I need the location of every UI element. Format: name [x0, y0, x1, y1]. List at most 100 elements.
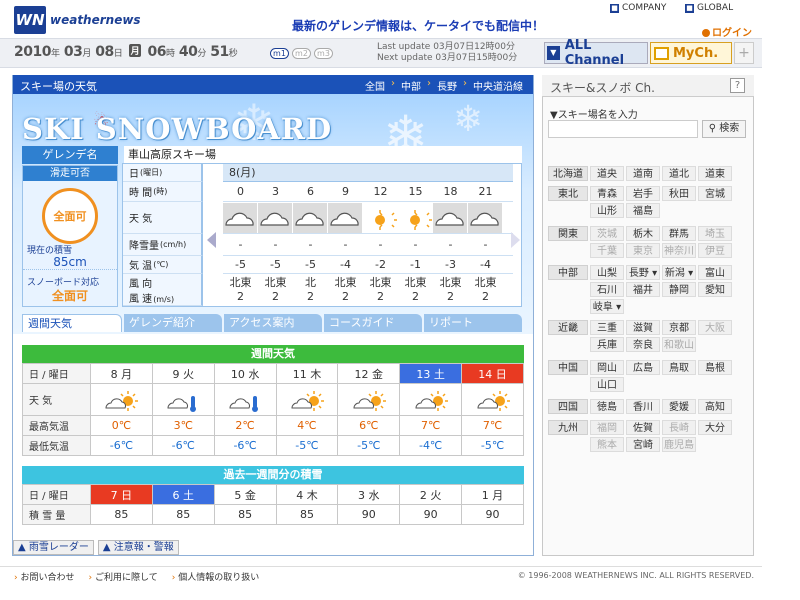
footer-link-privacy[interactable]: › 個人情報の取り扱い [172, 570, 260, 583]
prefecture-link: 東京 [626, 243, 660, 258]
snow-value-cell: 85 [151, 504, 215, 525]
region-name[interactable]: 関東 [548, 226, 588, 241]
help-button[interactable]: ? [730, 78, 745, 93]
wind-dir: 北東 [229, 276, 252, 289]
m1-button[interactable]: m1 [270, 48, 289, 59]
weekly-day-cell: 8 月 [90, 363, 153, 384]
login-link[interactable]: ログイン [702, 24, 752, 39]
breadcrumb: 全国 › 中部 › 長野 › 中央道沿線 [365, 78, 523, 93]
prefecture-link[interactable]: 香川 [626, 399, 660, 414]
prefecture-link[interactable]: 山梨 [590, 265, 624, 280]
next-arrow-icon[interactable] [511, 232, 520, 248]
prefecture-link[interactable]: 京都 [662, 320, 696, 335]
prefecture-link[interactable]: 福島 [626, 203, 660, 218]
precip-cell: - [483, 238, 488, 251]
region-name[interactable]: 東北 [548, 186, 588, 201]
all-channel-button[interactable]: ▼ ALL Channel [544, 38, 648, 68]
region-3: 関東 茨城 栃木 群馬 埼玉 千葉 東京 神奈川 伊豆 [548, 226, 748, 258]
prefecture-link[interactable]: 島根 [698, 360, 732, 375]
region-name[interactable]: 中部 [548, 265, 588, 280]
prefecture-link[interactable]: 愛知 [698, 282, 732, 297]
prefecture-link[interactable]: 滋賀 [626, 320, 660, 335]
radar-tab[interactable]: ▲ 雨雪レーダー [13, 540, 94, 555]
precip-cell: - [378, 238, 383, 251]
region-spacer [548, 437, 588, 452]
prefecture-link[interactable]: 道南 [626, 166, 660, 181]
day-of-week-badge: 月 [128, 44, 142, 57]
prefecture-link[interactable]: 兵庫 [590, 337, 624, 352]
prefecture-link[interactable]: 愛媛 [662, 399, 696, 414]
company-link[interactable]: ■ COMPANY [610, 2, 666, 14]
tab-course-guide[interactable]: コースガイド [324, 314, 422, 332]
prev-arrow-icon[interactable] [207, 232, 216, 248]
search-button[interactable]: ⚲ 検索 [702, 120, 746, 138]
high-temp-cell: 7℃ [399, 415, 463, 436]
tab-report[interactable]: リポート [424, 314, 522, 332]
wind-speed: 2 [307, 290, 314, 303]
prefecture-link[interactable]: 高知 [698, 399, 732, 414]
prefecture-link[interactable]: 大分 [698, 420, 732, 435]
prefecture-link[interactable]: 青森 [590, 186, 624, 201]
wind-speed: 2 [447, 290, 454, 303]
breadcrumb-chubu[interactable]: 中部 [401, 78, 421, 93]
prefecture-link[interactable]: 道北 [662, 166, 696, 181]
add-channel-button[interactable]: + [734, 42, 754, 64]
region-name[interactable]: 四国 [548, 399, 588, 414]
cloud-icon [223, 202, 258, 233]
mych-button[interactable]: MyCh. [650, 42, 732, 64]
prefecture-link[interactable]: 徳島 [590, 399, 624, 414]
cloud-icon [293, 202, 328, 233]
tab-gelende-intro[interactable]: ゲレンデ紹介 [124, 314, 222, 332]
prefecture-link[interactable]: 石川 [590, 282, 624, 297]
footer-link-terms[interactable]: › ご利用に際して [89, 570, 158, 583]
ski-search-input[interactable] [548, 120, 698, 138]
breadcrumb-zenkoku[interactable]: 全国 [365, 78, 385, 93]
region-name[interactable]: 九州 [548, 420, 588, 435]
breadcrumb-chuodo[interactable]: 中央道沿線 [473, 78, 523, 93]
snow-week: 過去一週間分の積雪 日 / 曜日 7 日6 土5 金4 木3 水2 火1 月 積 … [22, 466, 524, 525]
prefecture-link[interactable]: 秋田 [662, 186, 696, 201]
prefecture-link[interactable]: 広島 [626, 360, 660, 375]
prefecture-link[interactable]: 鳥取 [662, 360, 696, 375]
hourly-label-day: 日 (曜日) [123, 164, 203, 182]
prefecture-link[interactable]: 宮城 [698, 186, 732, 201]
prefecture-link[interactable]: 群馬 [662, 226, 696, 241]
prefecture-link[interactable]: 新潟 ▾ [662, 265, 696, 280]
region-name[interactable]: 北海道 [548, 166, 588, 181]
region-4: 中部 山梨 長野 ▾ 新潟 ▾ 富山石川 福井 静岡 愛知岐阜 ▾ [548, 265, 748, 314]
region-name[interactable]: 中国 [548, 360, 588, 375]
prefecture-link[interactable]: 道東 [698, 166, 732, 181]
warning-tab[interactable]: ▲ 注意報・警報 [97, 540, 179, 555]
prefecture-link[interactable]: 佐賀 [626, 420, 660, 435]
prefecture-link[interactable]: 福井 [626, 282, 660, 297]
region-spacer [548, 282, 588, 297]
weekly-table: 日 / 曜日 8 月9 火 10 水 11 木 12 金 13 土 14 日 天 気 最高気… [22, 363, 524, 456]
promo-link[interactable]: 最新のゲレンデ情報は、ケータイでも配信中！ [292, 17, 544, 34]
prefecture-link[interactable]: 長野 ▾ [626, 265, 660, 280]
prefecture-link[interactable]: 岡山 [590, 360, 624, 375]
prefecture-link[interactable]: 岩手 [626, 186, 660, 201]
footer-link-contact[interactable]: › お問い合わせ [14, 570, 75, 583]
prefecture-link[interactable]: 栃木 [626, 226, 660, 241]
logo[interactable]: WN weathernews [14, 6, 141, 36]
tab-access[interactable]: アクセス案内 [224, 314, 322, 332]
prefecture-link[interactable]: 山口 [590, 377, 624, 392]
cloud-sun-icon [461, 383, 524, 416]
prefecture-link[interactable]: 富山 [698, 265, 732, 280]
region-spacer [548, 337, 588, 352]
m2-button[interactable]: m2 [292, 48, 311, 59]
prefecture-link[interactable]: 奈良 [626, 337, 660, 352]
prefecture-link[interactable]: 道央 [590, 166, 624, 181]
prefecture-link[interactable]: 三重 [590, 320, 624, 335]
prefecture-link[interactable]: 宮崎 [626, 437, 660, 452]
hourly-temp-row: -5 -5 -5 -4 -2 -1 -3 -4 [223, 256, 513, 274]
m3-button[interactable]: m3 [314, 48, 333, 59]
region-name[interactable]: 近畿 [548, 320, 588, 335]
prefecture-link[interactable]: 山形 [590, 203, 624, 218]
prefecture-link[interactable]: 岐阜 ▾ [590, 299, 624, 314]
snow-value-cell: 90 [461, 504, 524, 525]
prefecture-link[interactable]: 静岡 [662, 282, 696, 297]
tab-weekly[interactable]: 週間天気 [22, 314, 122, 332]
global-link[interactable]: ■ GLOBAL [685, 2, 733, 14]
breadcrumb-nagano[interactable]: 長野 [437, 78, 457, 93]
